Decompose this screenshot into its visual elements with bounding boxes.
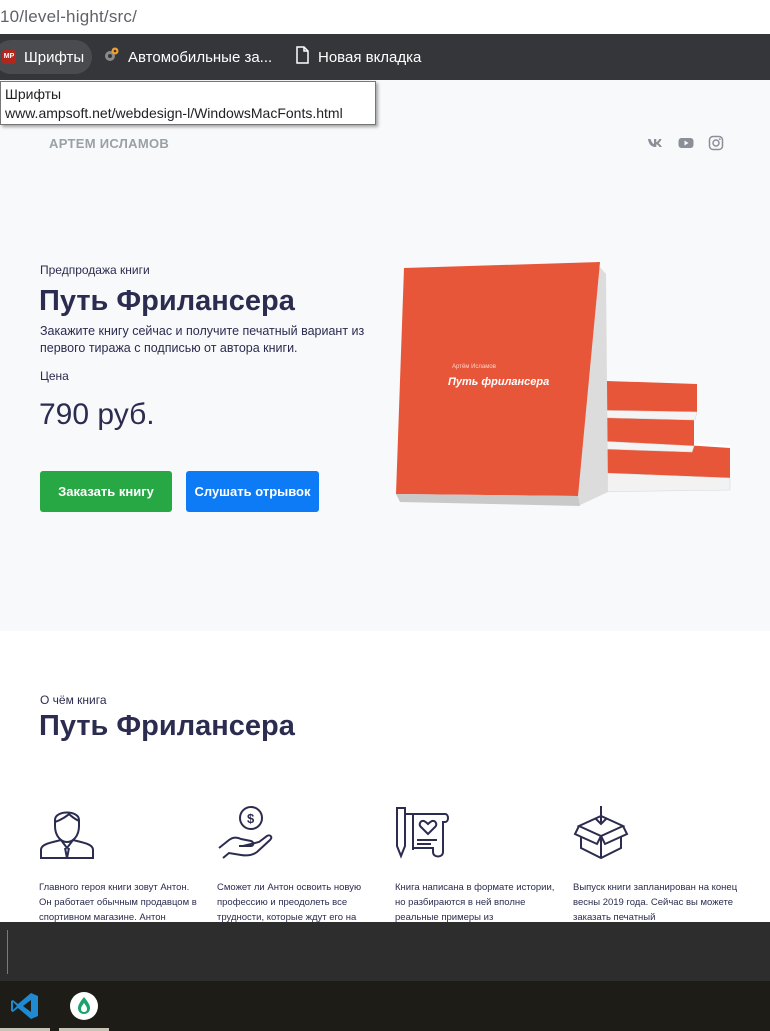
feature-item: Книга написана в формате истории, но раз… [395, 804, 560, 922]
feature-text: Книга написана в формате истории, но раз… [395, 882, 555, 922]
taskbar [0, 981, 770, 1031]
book-illustration: Артём Исламов Путь фрилансера [396, 262, 731, 506]
youtube-icon[interactable] [678, 135, 694, 151]
gear-icon [102, 46, 120, 68]
book-author: Артём Исламов [452, 364, 496, 370]
about-pre-label: О чём книга [40, 693, 107, 707]
person-icon [40, 811, 94, 859]
bookmarks-bar: MP Шрифты Автомобильные за... Новая вкла… [0, 34, 770, 80]
box-icon [573, 806, 629, 860]
address-text[interactable]: 10/level-hight/src/ [0, 7, 137, 27]
hero-preorder-label: Предпродажа книги [40, 263, 150, 277]
tooltip-title: Шрифты [5, 86, 62, 102]
droplet-app-icon[interactable] [59, 981, 109, 1031]
book-title: Путь фрилансера [448, 376, 549, 388]
mp-favicon-icon: MP [2, 50, 16, 64]
feature-item: Главного героя книги зовут Антон. Он раб… [39, 804, 204, 922]
feature-item: Выпуск книги запланирован на конец весны… [573, 804, 738, 922]
bookmark-auto[interactable]: Автомобильные за... [94, 40, 280, 74]
bookmark-label: Шрифты [24, 48, 85, 66]
bookmark-new-tab[interactable]: Новая вкладка [286, 40, 429, 74]
bottom-panel [0, 922, 770, 981]
bookmark-label: Автомобильные за... [128, 48, 273, 66]
bookmark-label: Новая вкладка [318, 48, 422, 66]
svg-text:$: $ [247, 811, 255, 826]
tooltip-url: www.ampsoft.net/webdesign-l/WindowsMacFo… [5, 105, 343, 121]
hero-description: Закажите книгу сейчас и получите печатны… [40, 324, 365, 355]
hero-section: АРТЕМ ИСЛАМОВ Предпродажа книги Путь Фри… [0, 80, 770, 631]
bookmark-tooltip: Шрифты www.ampsoft.net/webdesign-l/Windo… [0, 81, 376, 125]
feature-text: Сможет ли Антон освоить новую профессию … [217, 882, 362, 922]
money-hand-icon: $ [218, 806, 273, 859]
site-brand[interactable]: АРТЕМ ИСЛАМОВ [49, 136, 169, 151]
listen-excerpt-button[interactable]: Слушать отрывок [186, 471, 319, 512]
web-page: АРТЕМ ИСЛАМОВ Предпродажа книги Путь Фри… [0, 80, 770, 922]
feature-text: Главного героя книги зовут Антон. Он раб… [39, 882, 197, 922]
vk-icon[interactable] [647, 135, 663, 151]
feature-text: Выпуск книги запланирован на конец весны… [573, 882, 738, 922]
scroll-icon [396, 807, 449, 859]
page-icon [294, 46, 310, 68]
instagram-icon[interactable] [708, 135, 724, 151]
price-value: 790 руб. [39, 398, 155, 431]
address-bar[interactable]: 10/level-hight/src/ [0, 0, 770, 34]
vscode-icon[interactable] [0, 981, 50, 1031]
order-book-button[interactable]: Заказать книгу [40, 471, 172, 512]
price-label: Цена [40, 369, 69, 383]
hero-title: Путь Фрилансера [39, 285, 295, 317]
text-cursor [7, 930, 8, 974]
bookmark-fonts[interactable]: MP Шрифты [0, 40, 93, 74]
about-title: Путь Фрилансера [39, 710, 295, 742]
feature-item: $ Сможет ли Антон освоить новую професси… [217, 804, 382, 922]
